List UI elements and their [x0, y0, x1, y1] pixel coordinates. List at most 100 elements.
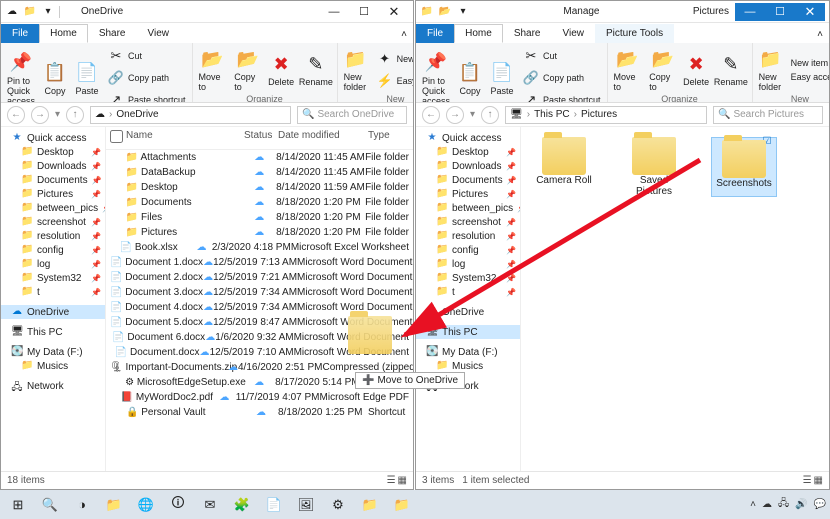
nav-item[interactable]: 📁screenshot📌	[1, 215, 105, 229]
paste-button[interactable]: 📄Paste	[73, 59, 101, 98]
taskbar-button[interactable]: 📁	[356, 493, 384, 517]
paste-shortcut-button[interactable]: ↗Paste shortcut	[520, 89, 603, 103]
new-folder-button[interactable]: 📁New folder	[757, 45, 785, 94]
tab-view[interactable]: View	[137, 24, 181, 43]
maximize-button[interactable]: ☐	[349, 3, 379, 21]
close-button[interactable]: ✕	[795, 3, 825, 21]
taskbar-button[interactable]: 📄	[260, 493, 288, 517]
search-input[interactable]: 🔍Search Pictures	[713, 106, 823, 124]
col-name[interactable]: Name	[122, 127, 240, 149]
new-item-button[interactable]: ✦New item	[374, 48, 413, 70]
file-row[interactable]: 📁 DataBackup ☁ 8/14/2020 11:45 AM File f…	[106, 165, 413, 180]
tab-file[interactable]: File	[1, 24, 39, 43]
tab-home[interactable]: Home	[39, 24, 88, 43]
nav-item[interactable]: 📁Documents📌	[416, 173, 520, 187]
pin-quick-access-button[interactable]: 📌Pin to Quick access	[420, 49, 452, 104]
taskbar-button[interactable]: ⚙	[324, 493, 352, 517]
nav-onedrive[interactable]: ☁OneDrive	[1, 305, 105, 319]
file-row[interactable]: 📕 MyWordDoc2.pdf ☁ 11/7/2019 4:07 PM Mic…	[106, 390, 413, 405]
nav-item[interactable]: 📁t📌	[1, 285, 105, 299]
nav-quick-access[interactable]: ★Quick access	[1, 131, 105, 145]
search-input[interactable]: 🔍Search OneDrive	[297, 106, 407, 124]
nav-item[interactable]: 📁resolution📌	[1, 229, 105, 243]
nav-item[interactable]: 📁Downloads📌	[1, 159, 105, 173]
maximize-button[interactable]: ☐	[765, 3, 795, 21]
column-headers[interactable]: Name Status Date modified Type	[106, 127, 413, 150]
file-row[interactable]: 📄 Document 3.docx ☁ 12/5/2019 7:34 AM Mi…	[106, 285, 413, 300]
nav-item[interactable]: 📁Downloads📌	[416, 159, 520, 173]
close-button[interactable]: ✕	[379, 3, 409, 21]
file-row[interactable]: 🔒 Personal Vault ☁ 8/18/2020 1:25 PM Sho…	[106, 405, 413, 420]
nav-this-pc[interactable]: 🖥This PC	[416, 325, 520, 339]
nav-quick-access[interactable]: ★Quick access	[416, 131, 520, 145]
taskbar-button[interactable]: 🌐	[132, 493, 160, 517]
nav-item[interactable]: 📁screenshot📌	[416, 215, 520, 229]
new-folder-button[interactable]: 📁New folder	[342, 45, 370, 94]
nav-item[interactable]: 📁config📌	[416, 243, 520, 257]
details-view-button[interactable]: ☰	[803, 475, 812, 486]
nav-item[interactable]: 📁Documents📌	[1, 173, 105, 187]
crumb-item[interactable]: This PC	[534, 109, 570, 120]
nav-item[interactable]: 📁between_pics📌	[1, 201, 105, 215]
qat-chevron-icon[interactable]: ▾	[456, 5, 470, 19]
taskbar-button[interactable]: ✉	[196, 493, 224, 517]
tray-chevron-icon[interactable]: ˄	[750, 499, 756, 510]
nav-item[interactable]: 📁System32📌	[1, 271, 105, 285]
file-row[interactable]: 📁 Desktop ☁ 8/14/2020 11:59 AM File fold…	[106, 180, 413, 195]
col-date[interactable]: Date modified	[274, 127, 364, 149]
nav-item[interactable]: 📁log📌	[416, 257, 520, 271]
tab-view[interactable]: View	[552, 24, 596, 43]
tab-share[interactable]: Share	[88, 24, 137, 43]
tab-file[interactable]: File	[416, 24, 454, 43]
details-view-button[interactable]: ☰	[387, 475, 396, 486]
back-button[interactable]: ←	[422, 106, 440, 124]
folder-item[interactable]: ☑ Screenshots	[711, 137, 777, 197]
copy-path-button[interactable]: 🔗Copy path	[105, 67, 188, 89]
nav-item[interactable]: 📁log📌	[1, 257, 105, 271]
copy-to-button[interactable]: 📂Copy to	[232, 45, 263, 94]
nav-item[interactable]: 📁Pictures📌	[1, 187, 105, 201]
taskbar-button[interactable]: ⊞	[4, 493, 32, 517]
move-to-button[interactable]: 📂Move to	[197, 45, 229, 94]
rename-button[interactable]: ✎Rename	[714, 50, 747, 89]
copy-button[interactable]: 📋Copy	[456, 59, 484, 98]
network-icon[interactable]: 🖧	[778, 496, 789, 513]
system-tray[interactable]: ˄☁🖧🔊💬	[750, 496, 826, 513]
forward-button[interactable]: →	[31, 106, 49, 124]
cut-button[interactable]: ✂Cut	[520, 45, 603, 67]
tab-picture-tools[interactable]: Picture Tools	[595, 24, 674, 43]
cut-button[interactable]: ✂Cut	[105, 45, 188, 67]
up-button[interactable]: ↑	[66, 106, 84, 124]
nav-item[interactable]: 📁t📌	[416, 285, 520, 299]
nav-drive[interactable]: 💽My Data (F:)	[416, 345, 520, 359]
delete-button[interactable]: ✖Delete	[682, 50, 710, 89]
titlebar[interactable]: 📁 📂 ▾ Manage Pictures — ☐ ✕	[416, 1, 829, 23]
rename-button[interactable]: ✎Rename	[299, 50, 332, 89]
nav-item[interactable]: 📁Musics	[1, 359, 105, 373]
delete-button[interactable]: ✖Delete	[267, 50, 295, 89]
nav-item[interactable]: 📁Desktop📌	[1, 145, 105, 159]
taskbar-button[interactable]: 🔍	[36, 493, 64, 517]
file-list[interactable]: Name Status Date modified Type 📁 Attachm…	[106, 127, 413, 471]
copy-button[interactable]: 📋Copy	[41, 59, 69, 98]
tab-share[interactable]: Share	[503, 24, 552, 43]
col-status[interactable]: Status	[240, 127, 274, 149]
ribbon-collapse-icon[interactable]: ˄	[811, 26, 829, 43]
breadcrumb[interactable]: 🖥 This PC Pictures	[505, 106, 707, 124]
icon-view-button[interactable]: ▦	[814, 475, 823, 486]
nav-pane[interactable]: ★Quick access📁Desktop📌📁Downloads📌📁Docume…	[1, 127, 106, 471]
back-button[interactable]: ←	[7, 106, 25, 124]
titlebar[interactable]: ☁ 📁 ▾ OneDrive — ☐ ✕	[1, 1, 413, 23]
nav-item[interactable]: 📁Pictures📌	[416, 187, 520, 201]
file-row[interactable]: 📁 Pictures ☁ 8/18/2020 1:20 PM File fold…	[106, 225, 413, 240]
file-row[interactable]: 📁 Files ☁ 8/18/2020 1:20 PM File folder	[106, 210, 413, 225]
paste-shortcut-button[interactable]: ↗Paste shortcut	[105, 89, 188, 103]
crumb-item[interactable]: OneDrive	[116, 109, 158, 120]
folder-grid[interactable]: Camera Roll Saved Pictures ☑ Screenshots	[521, 127, 829, 471]
file-row[interactable]: 📁 Documents ☁ 8/18/2020 1:20 PM File fol…	[106, 195, 413, 210]
recent-chevron-icon[interactable]: ▾	[470, 109, 475, 120]
taskbar-button[interactable]: 🖼	[292, 493, 320, 517]
nav-onedrive[interactable]: ☁OneDrive	[416, 305, 520, 319]
col-type[interactable]: Type	[364, 127, 413, 149]
nav-item[interactable]: 📁resolution📌	[416, 229, 520, 243]
